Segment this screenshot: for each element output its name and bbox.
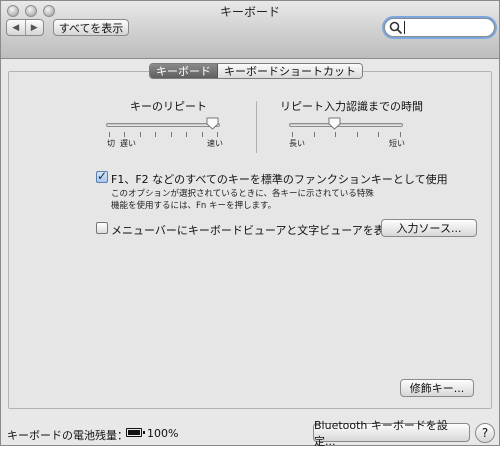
delay-long-label: 長い	[289, 139, 305, 148]
slider-tick	[378, 132, 380, 137]
slider-tick	[217, 132, 218, 137]
fn-keys-checkbox[interactable]: ✓	[96, 169, 108, 183]
tab-keyboard-shortcuts[interactable]: キーボードショートカット	[218, 64, 362, 78]
back-button[interactable]: ◀	[7, 20, 25, 35]
search-field[interactable]	[384, 18, 495, 37]
slider-tick	[139, 132, 141, 137]
back-forward-control: ◀ ▶	[6, 19, 44, 36]
slider-tick	[201, 132, 203, 137]
input-sources-button[interactable]: 入力ソース...	[381, 219, 477, 237]
battery-level-label: キーボードの電池残量：	[7, 429, 128, 442]
menubar-viewer-label[interactable]: メニューバーにキーボードビューアと文字ビューアを表示	[111, 222, 396, 238]
key-repeat-slow-label: 遅い	[120, 139, 136, 148]
tab-keyboard[interactable]: キーボード	[150, 64, 218, 78]
slider-tick	[170, 132, 172, 137]
modifier-keys-button[interactable]: 修飾キー...	[400, 379, 474, 397]
slider-tick	[109, 132, 110, 137]
fn-keys-description-line1: このオプションが選択されているときに、各キーに示されている特殊	[111, 189, 374, 199]
help-icon: ?	[481, 426, 489, 440]
slider-tick	[400, 132, 401, 137]
tab-bar: キーボード キーボードショートカット	[149, 63, 363, 79]
key-repeat-fast-label: 速い	[207, 139, 223, 148]
key-repeat-slider[interactable]	[106, 123, 220, 127]
forward-button[interactable]: ▶	[24, 20, 44, 35]
key-repeat-slider-knob[interactable]	[206, 117, 219, 130]
slider-tick	[155, 132, 157, 137]
tab-panel	[8, 71, 492, 409]
checkmark-icon: ✓	[97, 169, 108, 183]
delay-until-repeat-title: リピート入力認識までの時間	[280, 100, 423, 113]
preferences-window: キーボード ◀ ▶ すべてを表示 キーボード キーボードショートカット キーのリ…	[0, 0, 500, 448]
slider-tick	[124, 132, 126, 137]
delay-short-label: 短い	[389, 139, 405, 148]
slider-tick	[335, 132, 337, 137]
help-button[interactable]: ?	[475, 423, 495, 443]
show-all-button[interactable]: すべてを表示	[53, 19, 129, 36]
title-toolbar: キーボード ◀ ▶ すべてを表示	[1, 1, 499, 59]
delay-until-repeat-slider-knob[interactable]	[328, 117, 341, 130]
slider-separator	[256, 101, 257, 153]
search-input[interactable]	[404, 21, 405, 34]
menubar-viewer-checkbox[interactable]	[96, 222, 108, 234]
battery-fill	[128, 430, 140, 435]
battery-percent: 100%	[147, 427, 179, 440]
slider-tick	[356, 132, 358, 137]
slider-tick	[292, 132, 293, 137]
slider-tick	[313, 132, 315, 137]
slider-tick	[186, 132, 188, 137]
key-repeat-title: キーのリピート	[130, 100, 207, 113]
battery-icon	[126, 428, 145, 437]
fn-keys-description-line2: 機能を使用するには、Fn キーを押します。	[111, 201, 277, 211]
key-repeat-min-label: 切	[107, 139, 115, 148]
bluetooth-keyboard-setup-button[interactable]: Bluetooth キーボードを設定...	[313, 419, 470, 448]
fn-keys-label[interactable]: F1、F2 などのすべてのキーを標準のファンクションキーとして使用	[111, 171, 448, 187]
delay-until-repeat-slider[interactable]	[289, 123, 403, 127]
search-icon	[389, 21, 403, 35]
